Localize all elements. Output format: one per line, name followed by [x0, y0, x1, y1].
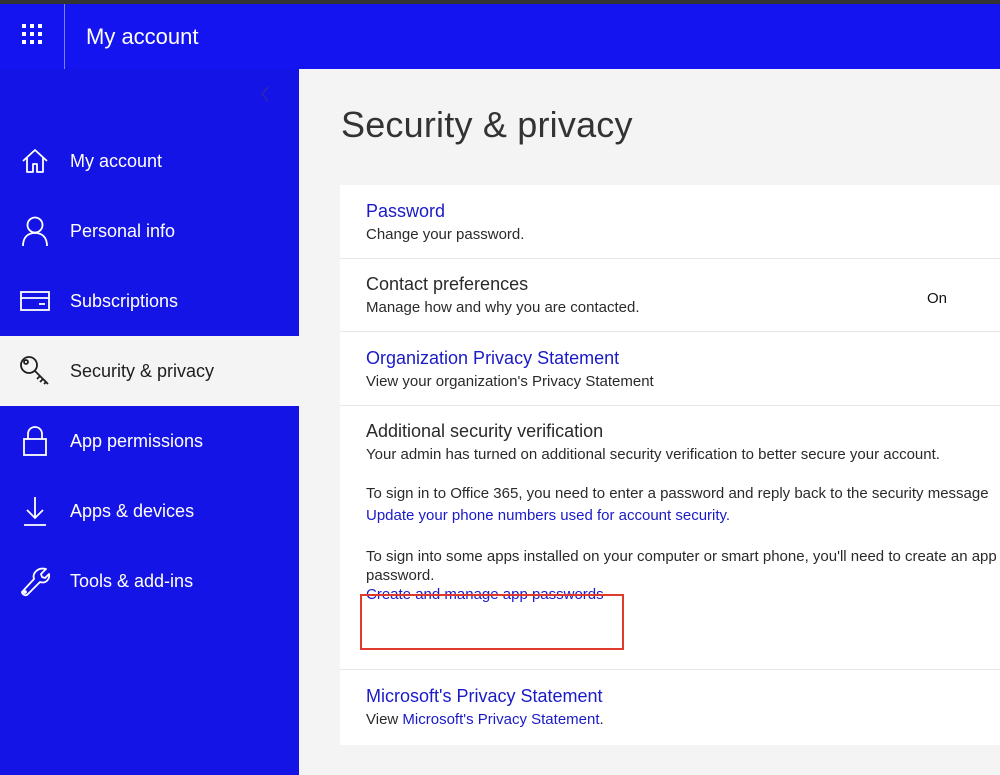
- page-title: Security & privacy: [341, 104, 633, 145]
- divider: [340, 669, 1000, 670]
- contact-preferences-title: Contact preferences: [366, 274, 529, 294]
- sidebar-item-label: Personal info: [70, 220, 176, 241]
- main-content: Security & privacy Password Change your …: [299, 69, 1000, 775]
- asv-desc: Your admin has turned on additional secu…: [366, 446, 940, 463]
- settings-card: Password Change your password. Contact p…: [340, 185, 1000, 745]
- update-phone-numbers-link[interactable]: Update your phone numbers used for accou…: [366, 507, 1000, 524]
- asv-title: Additional security verification: [366, 421, 604, 441]
- contact-preferences-section[interactable]: Contact preferences Manage how and why y…: [366, 274, 1000, 316]
- sidebar-item-my-account[interactable]: My account: [0, 126, 299, 196]
- download-icon: [0, 495, 70, 527]
- sidebar-item-security-privacy[interactable]: Security & privacy: [0, 336, 299, 406]
- collapse-sidebar-button[interactable]: [257, 85, 273, 107]
- wrench-icon: [0, 565, 70, 597]
- microsoft-privacy-desc: View Microsoft's Privacy Statement.: [366, 711, 1000, 728]
- sidebar-item-apps-devices[interactable]: Apps & devices: [0, 476, 299, 546]
- sidebar-item-personal-info[interactable]: Personal info: [0, 196, 299, 266]
- contact-preferences-value: On: [927, 290, 948, 307]
- org-privacy-statement-link[interactable]: Organization Privacy Statement: [366, 348, 1000, 369]
- password-desc: Change your password.: [366, 226, 525, 243]
- divider: [340, 405, 1000, 406]
- sidebar-item-subscriptions[interactable]: Subscriptions: [0, 266, 299, 336]
- password-section: Password Change your password.: [366, 201, 1000, 243]
- divider: [340, 331, 1000, 332]
- org-privacy-section: Organization Privacy Statement View your…: [366, 348, 1000, 390]
- credit-card-icon: [0, 289, 70, 313]
- sidebar-item-label: Apps & devices: [70, 500, 195, 521]
- app-launcher-button[interactable]: [0, 4, 65, 69]
- asv-apps-text-line1: To sign into some apps installed on your…: [366, 548, 997, 565]
- top-header-bar: My account: [0, 4, 1000, 69]
- contact-preferences-desc: Manage how and why you are contacted.: [366, 299, 640, 316]
- divider: [340, 258, 1000, 259]
- chevron-left-icon: [260, 85, 270, 107]
- lock-icon: [0, 425, 70, 457]
- ms-privacy-desc-suffix: .: [599, 711, 604, 728]
- person-icon: [0, 215, 70, 247]
- home-icon: [0, 146, 70, 176]
- sidebar-item-label: Security & privacy: [70, 360, 215, 381]
- key-icon: [0, 354, 70, 388]
- asv-apps-text-line2: password.: [366, 567, 435, 584]
- create-app-passwords-link[interactable]: Create and manage app passwords: [366, 586, 1000, 603]
- sidebar-item-label: My account: [70, 150, 163, 171]
- ms-privacy-desc-prefix: View: [366, 711, 403, 728]
- sidebar-item-label: Tools & add-ins: [70, 570, 194, 591]
- microsoft-privacy-statement-link[interactable]: Microsoft's Privacy Statement: [366, 686, 1000, 707]
- additional-security-verification-section: Additional security verification Your ad…: [366, 421, 1000, 603]
- org-privacy-desc: View your organization's Privacy Stateme…: [366, 373, 654, 390]
- ms-privacy-inline-link[interactable]: Microsoft's Privacy Statement: [402, 711, 599, 728]
- sidebar-item-app-permissions[interactable]: App permissions: [0, 406, 299, 476]
- sidebar-item-label: Subscriptions: [70, 290, 179, 311]
- sidebar: My account Personal info Subscriptions S…: [0, 69, 299, 775]
- sidebar-nav: My account Personal info Subscriptions S…: [0, 126, 299, 616]
- password-link[interactable]: Password: [366, 201, 1000, 222]
- microsoft-privacy-section: Microsoft's Privacy Statement View Micro…: [366, 686, 1000, 728]
- sidebar-item-label: App permissions: [70, 430, 204, 451]
- asv-sign-in-text: To sign in to Office 365, you need to en…: [366, 485, 989, 502]
- sidebar-item-tools-addins[interactable]: Tools & add-ins: [0, 546, 299, 616]
- app-title: My account: [86, 24, 199, 49]
- app-launcher-icon: [22, 24, 42, 49]
